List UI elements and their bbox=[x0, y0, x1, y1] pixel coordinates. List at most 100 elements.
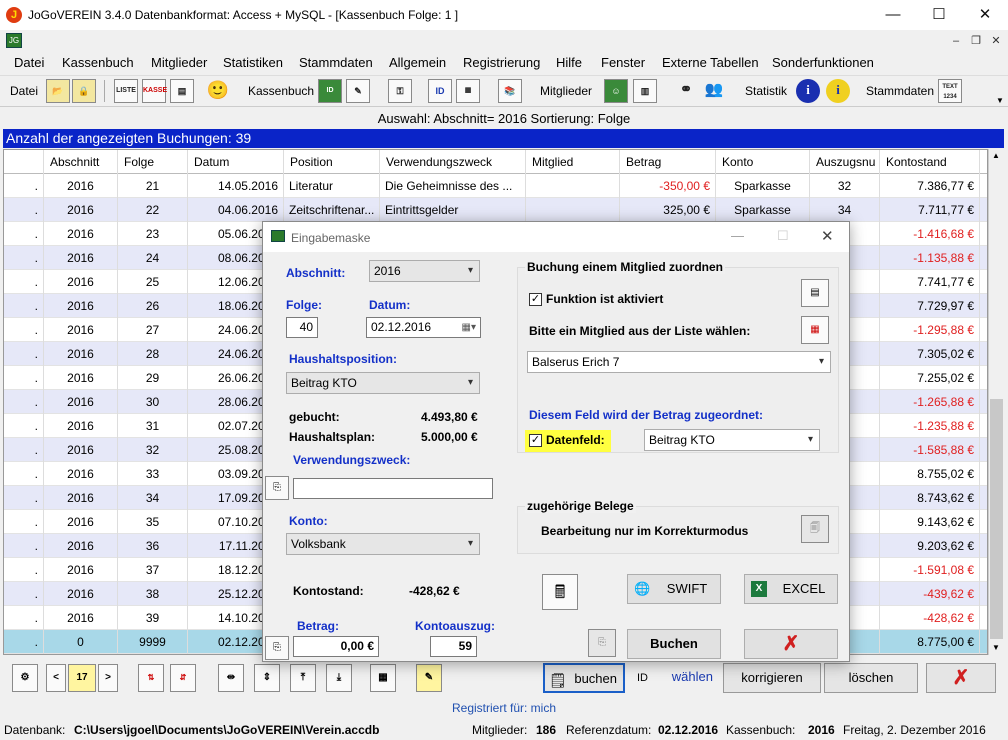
menu-allgemein[interactable]: Allgemein bbox=[389, 55, 446, 70]
info-icon[interactable]: i bbox=[796, 79, 820, 103]
scroll-thumb[interactable] bbox=[990, 399, 1003, 639]
pictures-icon[interactable]: ▦ bbox=[456, 79, 480, 103]
dialog-minimize-icon[interactable]: — bbox=[731, 228, 744, 243]
people-icon[interactable]: 👥 bbox=[702, 79, 726, 103]
menu-statistiken[interactable]: Statistiken bbox=[223, 55, 283, 70]
header-abschnitt[interactable]: Abschnitt bbox=[44, 150, 118, 174]
mdi-minimize-icon[interactable]: – bbox=[946, 32, 966, 50]
menu-hilfe[interactable]: Hilfe bbox=[556, 55, 582, 70]
header-datum[interactable]: Datum bbox=[188, 150, 284, 174]
copy-amount-icon[interactable]: ⎘ bbox=[265, 636, 289, 660]
betrag-input[interactable]: 0,00 € bbox=[293, 636, 379, 657]
books-icon[interactable]: 📚 bbox=[498, 79, 522, 103]
liste-icon[interactable]: LISTE bbox=[114, 79, 138, 103]
lock-folder-icon[interactable]: 🔒 bbox=[72, 79, 96, 103]
menu-kassenbuch[interactable]: Kassenbuch bbox=[62, 55, 134, 70]
edit-list-icon[interactable]: ✎ bbox=[346, 79, 370, 103]
move-top-icon[interactable]: ⤒ bbox=[290, 664, 316, 692]
menu-sonderfunktionen[interactable]: Sonderfunktionen bbox=[772, 55, 874, 70]
maximize-icon[interactable]: ☐ bbox=[916, 0, 962, 30]
calendar-range-icon[interactable]: ▦ bbox=[370, 664, 396, 692]
form-icon[interactable]: ▤ bbox=[170, 79, 194, 103]
notes-icon[interactable]: ✎ bbox=[416, 664, 442, 692]
member-card-icon[interactable]: ID bbox=[318, 79, 342, 103]
row-selector: . bbox=[4, 318, 44, 342]
calendar-icon[interactable]: 17 bbox=[68, 664, 96, 692]
header-position[interactable]: Position bbox=[284, 150, 380, 174]
move-bottom-icon[interactable]: ⤓ bbox=[326, 664, 352, 692]
open-folder-icon[interactable]: 📂 bbox=[46, 79, 70, 103]
dialog-cancel-icon[interactable]: ✗ bbox=[744, 629, 838, 659]
sort-asc-icon[interactable]: ⇅ bbox=[138, 664, 164, 692]
datenfeld-checkbox[interactable]: ✓ bbox=[529, 434, 542, 447]
excel-button[interactable]: X EXCEL bbox=[744, 574, 838, 604]
copy-documents-icon[interactable]: ⎘ bbox=[588, 629, 616, 657]
member-id-icon[interactable]: ID bbox=[428, 79, 452, 103]
close-icon[interactable]: ✕ bbox=[962, 0, 1008, 30]
mdi-restore-icon[interactable]: ❐ bbox=[966, 32, 986, 50]
member-grid-icon[interactable]: ▤ bbox=[801, 279, 829, 307]
header-auszugsnummer[interactable]: Auszugsnu bbox=[810, 150, 880, 174]
table-scrollbar[interactable]: ▲ ▼ bbox=[988, 149, 1004, 655]
portrait-icon[interactable]: ☺ bbox=[604, 79, 628, 103]
documents-icon[interactable]: 🗐 bbox=[801, 515, 829, 543]
folge-input[interactable]: 40 bbox=[286, 317, 318, 338]
settings-grid-icon[interactable]: ⚙ bbox=[12, 664, 38, 692]
scroll-down-icon[interactable]: ▼ bbox=[992, 643, 1000, 652]
calculator-icon[interactable]: 🖩 bbox=[542, 574, 578, 610]
menu-mitglieder[interactable]: Mitglieder bbox=[151, 55, 207, 70]
mdi-child-icon[interactable]: JG bbox=[6, 33, 22, 48]
text-icon[interactable]: TEXT 1234 bbox=[938, 79, 962, 103]
info-yellow-icon[interactable]: i bbox=[826, 79, 850, 103]
mdi-close-icon[interactable]: ✕ bbox=[986, 32, 1006, 50]
funktion-checkbox[interactable]: ✓ bbox=[529, 293, 542, 306]
header-mitglied[interactable]: Mitglied bbox=[526, 150, 620, 174]
verwendungszweck-input[interactable] bbox=[293, 478, 493, 499]
header-konto[interactable]: Konto bbox=[716, 150, 810, 174]
haushalt-select[interactable]: Beitrag KTO ▾ bbox=[286, 372, 480, 394]
row-height-icon[interactable]: ⇕ bbox=[254, 664, 280, 692]
loeschen-button[interactable]: löschen bbox=[824, 663, 918, 693]
waehlen-button[interactable]: ID wählen bbox=[633, 663, 721, 693]
sort-desc-icon[interactable]: ⇵ bbox=[170, 664, 196, 692]
column-width-icon[interactable]: ⇹ bbox=[218, 664, 244, 692]
kontoauszug-input[interactable]: 59 bbox=[430, 636, 477, 657]
korrigieren-button[interactable]: korrigieren bbox=[723, 663, 821, 693]
konto-select[interactable]: Volksbank ▾ bbox=[286, 533, 480, 555]
dialog-buchen-button[interactable]: Buchen bbox=[627, 629, 721, 659]
grid-icon[interactable]: ▥ bbox=[633, 79, 657, 103]
minimize-icon[interactable]: — bbox=[870, 0, 916, 30]
cell-konto: Sparkasse bbox=[716, 174, 810, 198]
menu-stammdaten[interactable]: Stammdaten bbox=[299, 55, 373, 70]
swift-button[interactable]: 🌐 SWIFT bbox=[627, 574, 721, 604]
abschnitt-select[interactable]: 2016 ▾ bbox=[369, 260, 480, 282]
binoculars-icon[interactable]: ⚭ bbox=[674, 79, 698, 103]
toolbar-overflow-icon[interactable]: ▼ bbox=[996, 96, 1004, 105]
smiley-icon[interactable]: 🙂 bbox=[206, 79, 230, 103]
menu-registrierung[interactable]: Registrierung bbox=[463, 55, 540, 70]
menu-externe-tabellen[interactable]: Externe Tabellen bbox=[662, 55, 759, 70]
calendar-dropdown-icon[interactable]: ▦▾ bbox=[462, 318, 476, 337]
kasse-icon[interactable]: KASSE bbox=[142, 79, 167, 103]
buchen-button[interactable]: 🗒 buchen bbox=[543, 663, 625, 693]
header-verwendungszweck[interactable]: Verwendungszweck bbox=[380, 150, 526, 174]
key-icon[interactable]: ⚿ bbox=[388, 79, 412, 103]
datum-picker[interactable]: 02.12.2016 ▦▾ bbox=[366, 317, 481, 338]
scroll-up-icon[interactable]: ▲ bbox=[992, 151, 1000, 160]
datenfeld-select[interactable]: Beitrag KTO ▾ bbox=[644, 429, 820, 451]
dialog-close-icon[interactable]: ✕ bbox=[821, 227, 834, 245]
dialog-maximize-icon[interactable]: ☐ bbox=[777, 228, 789, 244]
copy-icon[interactable]: ⎘ bbox=[265, 476, 289, 500]
header-betrag[interactable]: Betrag bbox=[620, 150, 716, 174]
header-folge[interactable]: Folge bbox=[118, 150, 188, 174]
next-button[interactable]: > bbox=[98, 664, 118, 692]
member-select[interactable]: Balserus Erich 7 ▾ bbox=[527, 351, 831, 373]
prev-button[interactable]: < bbox=[46, 664, 66, 692]
calendar-member-icon[interactable]: ▦ bbox=[801, 316, 829, 344]
cancel-x-icon[interactable]: ✗ bbox=[926, 663, 996, 693]
table-row[interactable]: . 2016 21 14.05.2016 Literatur Die Geheimniss… bbox=[4, 174, 987, 198]
menu-datei[interactable]: Datei bbox=[14, 55, 44, 70]
menu-fenster[interactable]: Fenster bbox=[601, 55, 645, 70]
table-row[interactable]: . 2016 22 04.06.2016 Zeitschriftenar... Eintr… bbox=[4, 198, 987, 222]
header-kontostand[interactable]: Kontostand bbox=[880, 150, 980, 174]
